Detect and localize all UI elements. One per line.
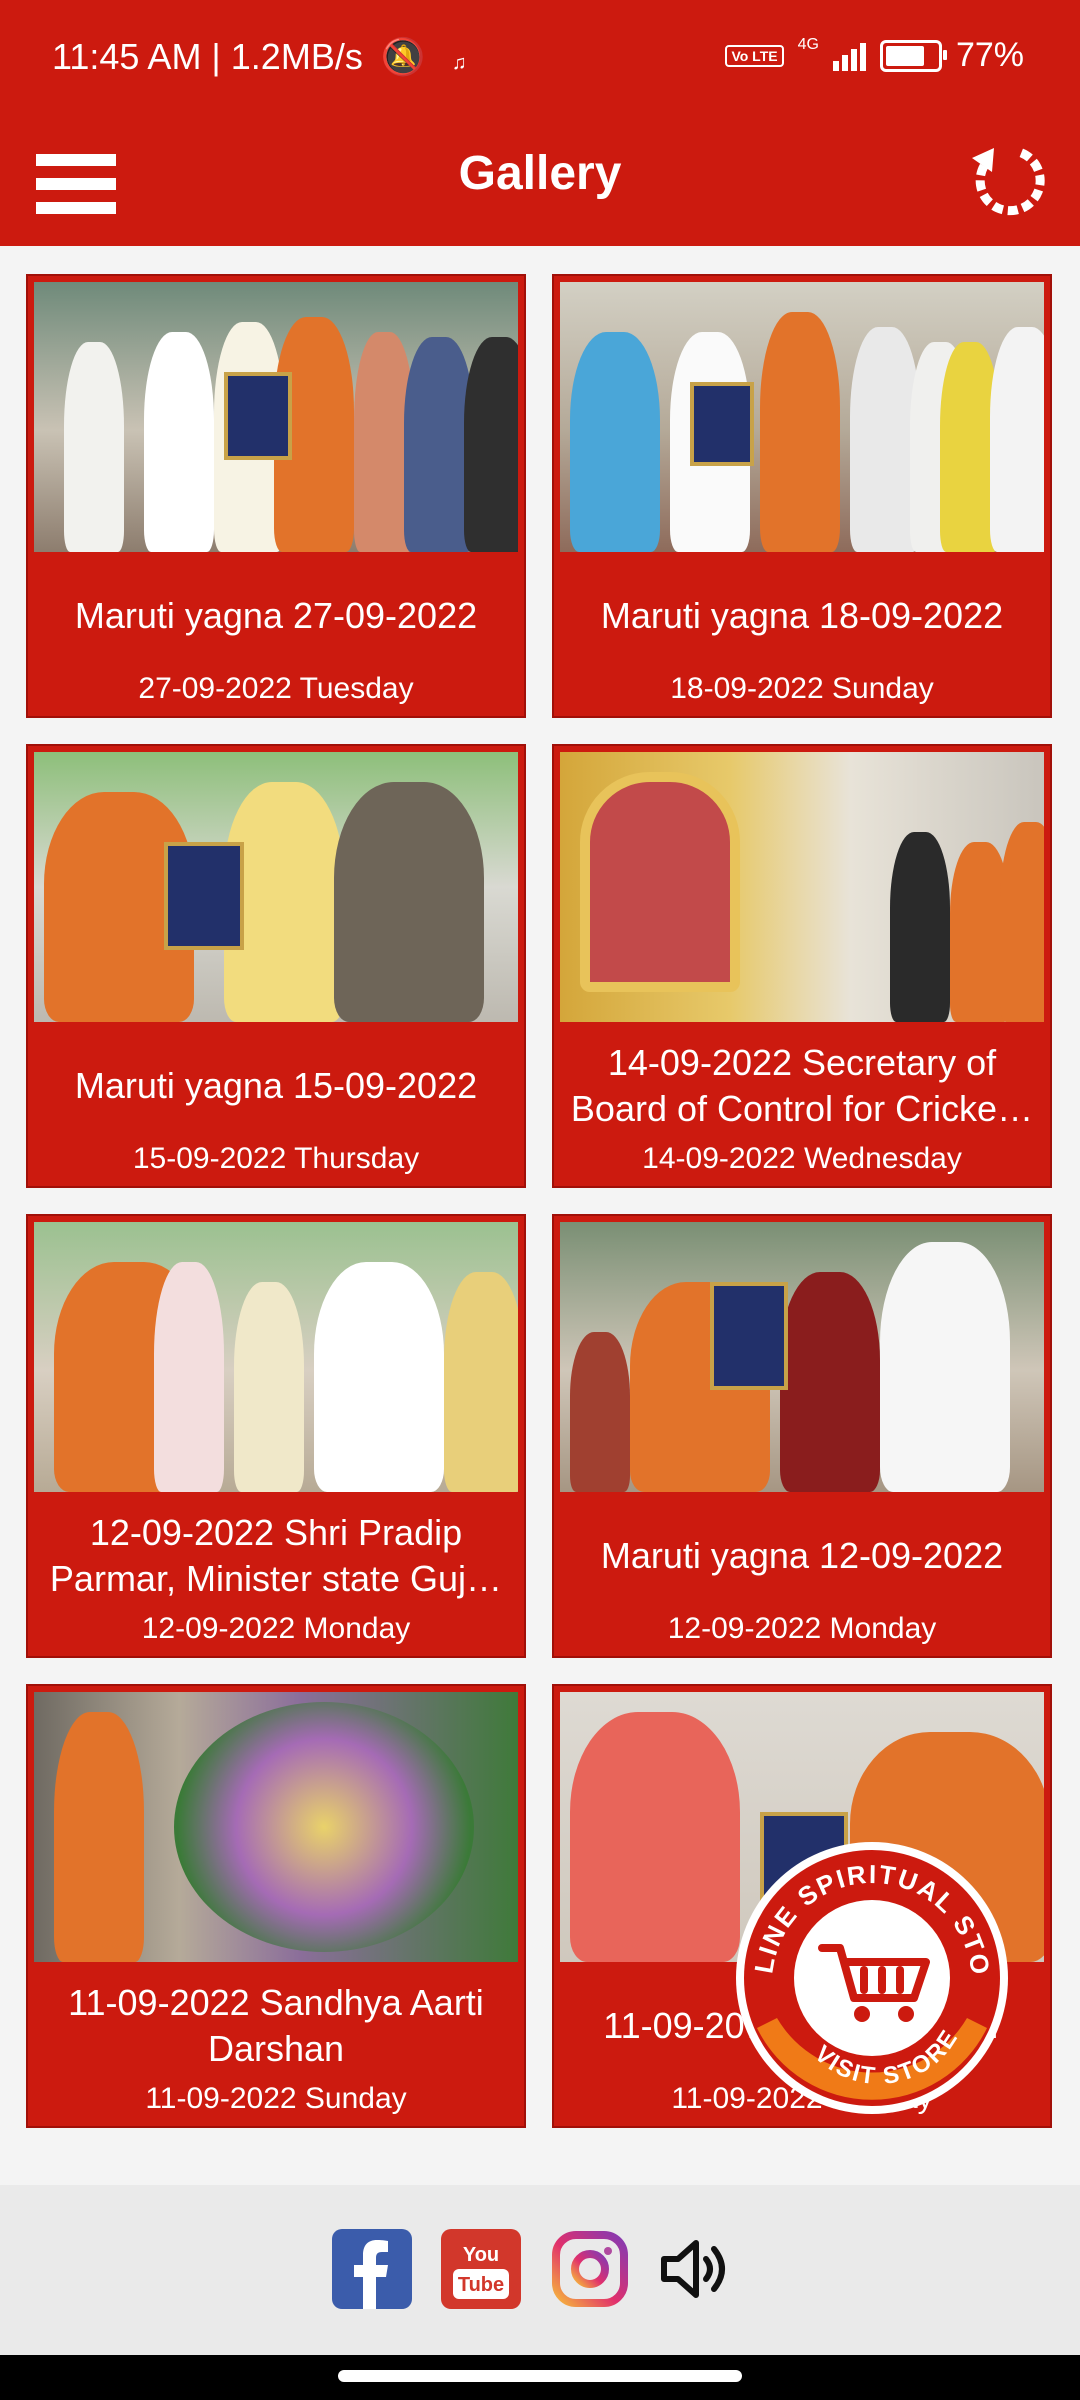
gallery-thumbnail [560,752,1044,1022]
battery-percent: 77% [955,36,1024,74]
app-bar: Gallery [0,116,1080,246]
gallery-thumbnail [34,1692,518,1962]
gallery-card[interactable]: 12-09-2022 Shri Pradip Parmar, Minister … [26,1214,526,1658]
gallery-card-date: 27-09-2022 Tuesday [138,672,414,705]
gallery-card[interactable]: 11-09-2022 Sandhya Aarti Darshan 11-09-2… [26,1684,526,2128]
gallery-card-date: 12-09-2022 Monday [141,1612,411,1645]
gallery-card[interactable]: Maruti yagna 15-09-2022 15-09-2022 Thurs… [26,744,526,1188]
speaker-icon[interactable] [656,2229,736,2309]
gallery-thumbnail [34,752,518,1022]
status-indicators: Vo LTE 4G 77% [725,36,1024,75]
gallery-card[interactable]: 14-09-2022 Secretary of Board of Control… [552,744,1052,1188]
gallery-card-title: Maruti yagna 18-09-2022 [600,595,1004,636]
refresh-icon[interactable] [964,136,1050,222]
gallery-thumbnail [560,282,1044,552]
svg-text:Tube: Tube [458,2274,504,2296]
status-bar: 11:45 AM | 1.2MB/s 🔕 ♫ Vo LTE 4G 77% [0,0,1080,116]
signal-icon [832,41,866,71]
gallery-card-date: 15-09-2022 Thursday [132,1142,420,1175]
network-type: 4G [797,36,819,53]
instagram-icon[interactable] [550,2229,630,2309]
facebook-icon[interactable] [332,2229,412,2309]
svg-text:You: You [463,2244,499,2266]
battery-icon [879,39,947,72]
mute-icon: 🔕 [380,36,426,77]
gallery-card[interactable]: Maruti yagna 18-09-2022 18-09-2022 Sunda… [552,274,1052,718]
gallery-thumbnail [560,1222,1044,1492]
gallery-card-date: 18-09-2022 Sunday [670,672,934,705]
gallery-card-title: Maruti yagna 12-09-2022 [600,1535,1004,1576]
home-indicator[interactable] [338,2370,742,2382]
gallery-card-title: 11-09-2022 Sandhya Aarti Darshan [68,1982,484,2069]
status-time: 11:45 AM | 1.2MB/s 🔕 ♫ [52,36,467,78]
gallery-card-title: 14-09-2022 Secretary of Board of Control… [570,1042,1034,1129]
gallery-thumbnail [34,282,518,552]
gallery-card-date: 11-09-2022 Sunday [145,2082,407,2115]
online-store-badge[interactable]: ONLINE SPIRITUAL STORE VISIT STORE [732,1838,1012,2118]
gallery-card[interactable]: Maruti yagna 27-09-2022 27-09-2022 Tuesd… [26,274,526,718]
gallery-card-date: 14-09-2022 Wednesday [642,1142,962,1175]
footer: You Tube [0,2185,1080,2355]
youtube-icon[interactable]: You Tube [441,2229,521,2309]
music-note-icon: ♫ [451,52,467,74]
page-title: Gallery [458,147,622,200]
gallery-card-title: Maruti yagna 27-09-2022 [74,595,478,636]
gallery-card-title: Maruti yagna 15-09-2022 [74,1065,478,1106]
status-time-text: 11:45 AM | 1.2MB/s [52,36,363,77]
gallery-card-title: 12-09-2022 Shri Pradip Parmar, Minister … [49,1512,503,1599]
gallery-card[interactable]: Maruti yagna 12-09-2022 12-09-2022 Monda… [552,1214,1052,1658]
gallery-thumbnail [34,1222,518,1492]
volte-icon: Vo LTE [725,44,784,67]
gallery-card-date: 12-09-2022 Monday [667,1612,937,1645]
